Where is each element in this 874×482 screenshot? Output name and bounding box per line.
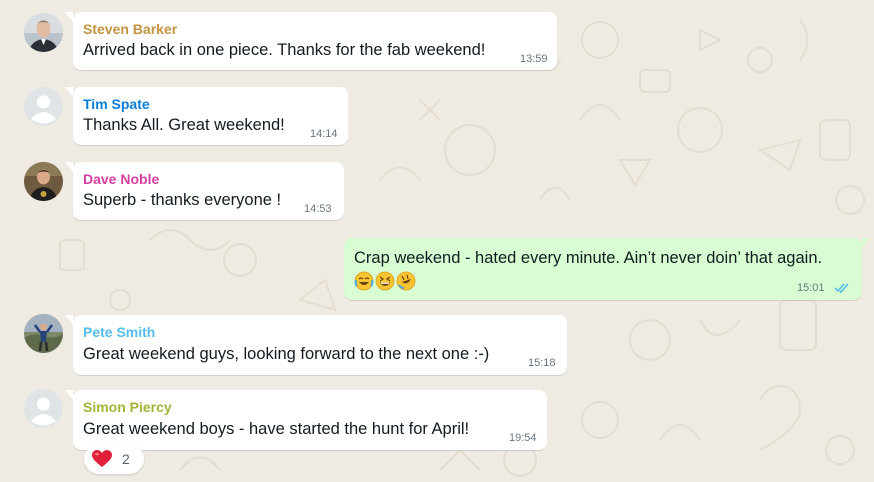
sender-name[interactable]: Simon Piercy <box>83 399 172 415</box>
avatar-steven-barker[interactable] <box>24 13 63 52</box>
rolling-on-floor-laughing-icon <box>396 271 416 291</box>
message-time: 19:54 <box>509 432 537 444</box>
message-bubble[interactable]: Dave Noble Superb - thanks everyone ! 14… <box>65 162 344 220</box>
message-time: 14:53 <box>304 203 332 215</box>
default-avatar-icon <box>24 389 63 428</box>
message-text: Thanks All. Great weekend! <box>83 116 285 134</box>
message-text: Arrived back in one piece. Thanks for th… <box>83 41 486 59</box>
sender-name[interactable]: Dave Noble <box>83 171 159 187</box>
message-bubble[interactable]: Tim Spate Thanks All. Great weekend! 14:… <box>65 87 348 145</box>
message-bubble[interactable]: Simon Piercy Great weekend boys - have s… <box>65 390 547 450</box>
avatar-dave-noble[interactable] <box>24 162 63 201</box>
message-text: Crap weekend - hated every minute. Ain’t… <box>354 249 823 267</box>
sender-name[interactable]: Tim Spate <box>83 96 150 112</box>
message-time: 13:59 <box>520 53 548 65</box>
message-time: 14:14 <box>310 128 338 140</box>
message-text: Superb - thanks everyone ! <box>83 191 282 209</box>
message-time: 15:01 <box>797 282 825 294</box>
read-receipt-double-tick-icon <box>834 283 849 293</box>
message-time: 15:18 <box>528 357 556 369</box>
sender-name[interactable]: Pete Smith <box>83 324 155 340</box>
face-with-tears-of-joy-icon <box>354 271 374 291</box>
message-bubble[interactable]: Pete Smith Great weekend guys, looking f… <box>65 315 567 375</box>
reaction-count: 2 <box>122 451 130 467</box>
message-bubble[interactable]: Steven Barker Arrived back in one piece.… <box>65 12 557 70</box>
reaction-badge[interactable]: 2 <box>84 444 144 474</box>
outgoing-message-bubble[interactable]: Crap weekend - hated every minute. Ain’t… <box>344 238 870 300</box>
grinning-squinting-face-icon <box>375 271 395 291</box>
avatar-pete-smith[interactable] <box>24 314 63 353</box>
sender-name[interactable]: Steven Barker <box>83 21 177 37</box>
avatar-tim-spate[interactable] <box>24 87 63 126</box>
red-heart-icon <box>92 450 112 467</box>
message-text: Great weekend boys - have started the hu… <box>83 420 470 438</box>
message-text: Great weekend guys, looking forward to t… <box>83 345 490 363</box>
avatar-simon-piercy[interactable] <box>24 389 63 428</box>
default-avatar-icon <box>24 87 63 126</box>
